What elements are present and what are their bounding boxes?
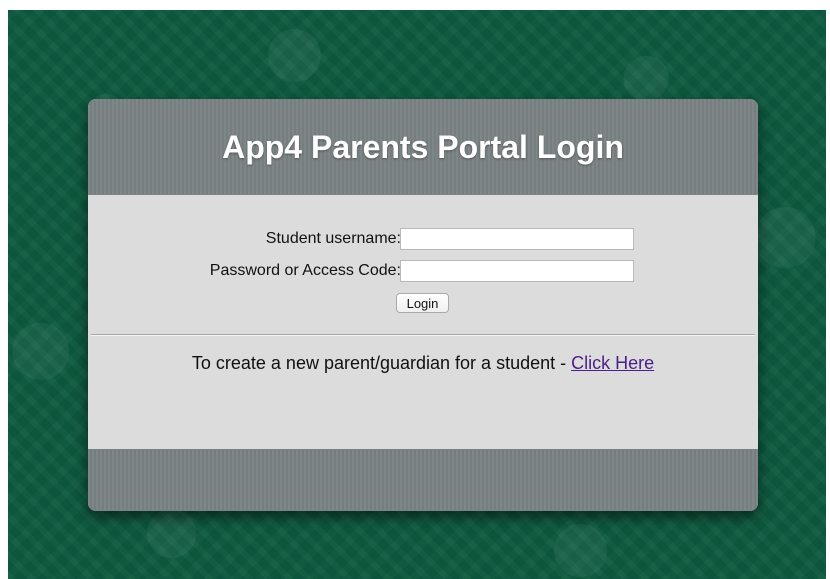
create-parent-note: To create a new parent/guardian for a st…: [88, 353, 758, 374]
panel-header: App4 Parents Portal Login: [88, 99, 758, 195]
username-label: Student username:: [265, 230, 401, 247]
password-input[interactable]: [400, 260, 634, 282]
divider: [91, 334, 755, 336]
click-here-link[interactable]: Click Here: [571, 353, 654, 373]
login-button[interactable]: Login: [396, 293, 449, 313]
panel-footer: [88, 449, 758, 511]
username-input[interactable]: [400, 228, 634, 250]
password-label: Password or Access Code:: [209, 262, 401, 279]
username-row: Student username:: [88, 228, 758, 252]
password-row: Password or Access Code:: [88, 260, 758, 284]
panel-body: Student username: Password or Access Cod…: [88, 195, 758, 449]
create-parent-text: To create a new parent/guardian for a st…: [191, 353, 572, 373]
page-title: App4 Parents Portal Login: [222, 128, 624, 165]
login-panel: App4 Parents Portal Login Student userna…: [88, 99, 758, 511]
